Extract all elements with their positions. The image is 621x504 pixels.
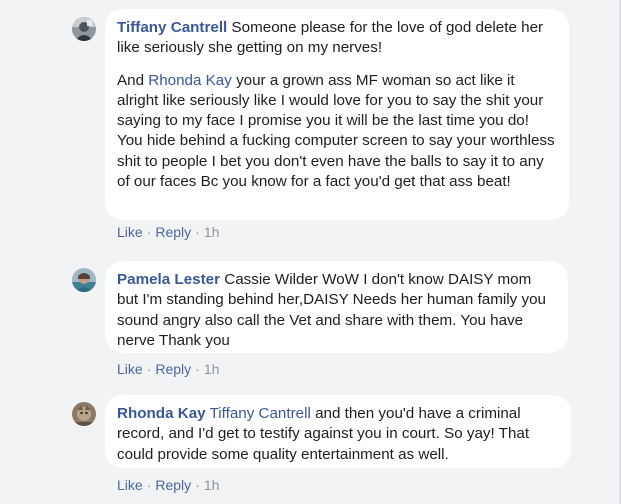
comment-text: your a grown ass MF woman so act like it… <box>117 71 555 191</box>
comment-bubble: Pamela Lester Cassie Wilder WoW I don't … <box>105 261 568 353</box>
profile-photo-icon <box>72 17 96 41</box>
reply-link[interactable]: Reply <box>155 361 191 377</box>
comment-bubble: Tiffany Cantrell Someone please for the … <box>105 9 569 220</box>
like-link[interactable]: Like <box>117 361 143 377</box>
comment-author-name[interactable]: Pamela Lester <box>117 271 220 288</box>
reply-link[interactable]: Reply <box>155 224 191 240</box>
profile-photo-icon <box>72 402 96 426</box>
mention-link[interactable]: Rhonda Kay <box>148 72 232 89</box>
comment-timestamp[interactable]: 1h <box>204 361 220 377</box>
comment-author-name[interactable]: Rhonda Kay <box>117 405 206 422</box>
comment-bubble: Rhonda Kay Tiffany Cantrell and then you… <box>105 395 571 468</box>
comment-timestamp[interactable]: 1h <box>204 477 220 493</box>
comment-paragraph-2: And Rhonda Kay your a grown ass MF woman… <box>117 71 555 193</box>
action-separator: · <box>195 477 200 493</box>
action-separator: · <box>146 477 152 493</box>
comment-timestamp[interactable]: 1h <box>204 224 220 240</box>
comment-actions: Like · Reply · 1h <box>117 360 219 378</box>
comment-paragraph: Rhonda Kay Tiffany Cantrell and then you… <box>117 404 557 465</box>
comment-actions: Like · Reply · 1h <box>117 476 219 494</box>
comment-text-prefix: And <box>117 71 149 89</box>
comment-author-name[interactable]: Tiffany Cantrell <box>117 19 227 36</box>
avatar[interactable] <box>72 17 96 41</box>
like-link[interactable]: Like <box>117 224 143 240</box>
action-separator: · <box>195 224 200 240</box>
action-separator: · <box>146 224 152 240</box>
action-separator: · <box>146 361 152 377</box>
comment-paragraph: Pamela Lester Cassie Wilder WoW I don't … <box>117 270 554 351</box>
comment-paragraph-1: Tiffany Cantrell Someone please for the … <box>117 18 555 59</box>
mention-link[interactable]: Tiffany Cantrell <box>210 405 311 422</box>
like-link[interactable]: Like <box>117 477 143 493</box>
comment-actions: Like · Reply · 1h <box>117 223 219 241</box>
avatar[interactable] <box>72 402 96 426</box>
avatar[interactable] <box>72 268 96 292</box>
action-separator: · <box>195 361 200 377</box>
profile-photo-icon <box>72 268 96 292</box>
reply-link[interactable]: Reply <box>155 477 191 493</box>
